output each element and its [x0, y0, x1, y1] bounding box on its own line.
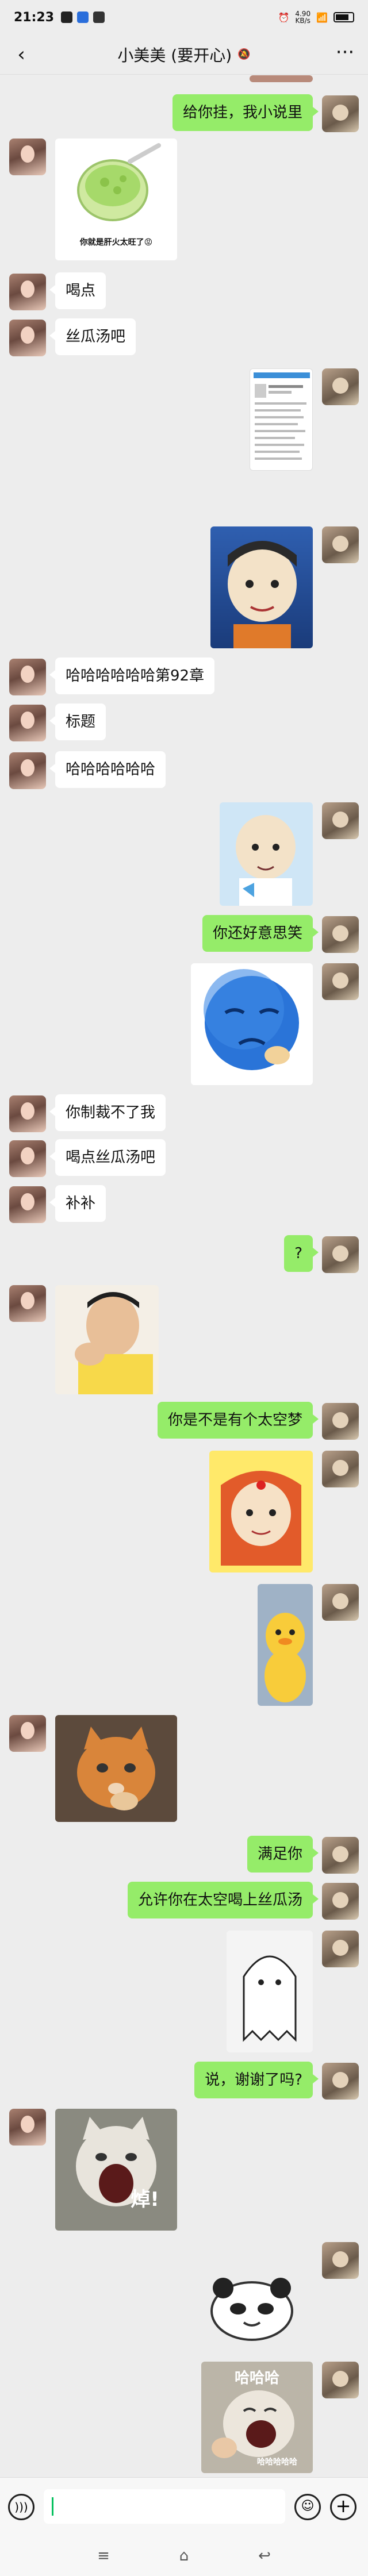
wifi-icon: 📶: [316, 11, 328, 23]
sticker-message[interactable]: 哈哈哈 哈哈哈哈哈: [201, 2362, 313, 2473]
avatar[interactable]: [9, 139, 46, 175]
sticker-message[interactable]: [191, 963, 313, 1085]
app-notification-icon: [93, 11, 105, 23]
avatar[interactable]: [9, 1285, 46, 1322]
blue-smiley-sticker: [204, 969, 299, 1070]
contact-name: 小美美 (要开心): [117, 45, 232, 65]
message-bubble[interactable]: 允许你在太空喝上丝瓜汤: [127, 1882, 319, 1918]
ghost-sticker: [243, 1955, 297, 2042]
avatar[interactable]: [322, 1883, 359, 1920]
voice-icon[interactable]: ))): [8, 2494, 34, 2520]
message-bubble[interactable]: ?: [284, 1235, 319, 1272]
chat-title: 小美美 (要开心) 🔕: [117, 43, 250, 66]
novel-chapter-screenshot: [254, 372, 310, 460]
avatar[interactable]: [322, 2242, 359, 2279]
avatar[interactable]: [9, 1095, 46, 1132]
sticker-message[interactable]: [55, 1285, 159, 1394]
sticker-message[interactable]: [210, 526, 313, 648]
avatar[interactable]: [322, 526, 359, 563]
alarm-icon: ⏰: [278, 11, 290, 23]
avatar[interactable]: [9, 274, 46, 310]
sticker-message[interactable]: [258, 1584, 313, 1706]
screaming-cat-sticker: [76, 2117, 156, 2206]
image-message[interactable]: [250, 368, 313, 471]
back-button[interactable]: ‹: [12, 43, 31, 66]
home-key-icon[interactable]: ⌂: [172, 2547, 195, 2565]
cartoon-red-kid-sticker: [221, 1471, 301, 1566]
sticker-caption: 焯!: [131, 2188, 159, 2211]
message-bubble[interactable]: 标题: [49, 703, 106, 740]
sticker-message[interactable]: [209, 1451, 313, 1572]
mute-icon: 🔕: [237, 48, 251, 60]
sticker-caption: 哈哈哈: [234, 2370, 279, 2387]
plus-icon[interactable]: +: [330, 2494, 356, 2520]
avatar[interactable]: [9, 705, 46, 741]
chat-header: ‹ 小美美 (要开心) 🔕 ···: [0, 34, 368, 75]
battery-icon: [334, 12, 354, 22]
avatar[interactable]: [9, 1186, 46, 1223]
text-cursor: [52, 2497, 53, 2516]
yellow-duck-sticker: [264, 1613, 306, 1702]
avatar[interactable]: [322, 916, 359, 953]
message-list[interactable]: 给你挂，我小说里 你就是肝火太旺了😡 喝点 丝瓜汤吧 哈哈哈哈哈哈第92章 标题…: [0, 75, 368, 2478]
back-key-icon[interactable]: ↩: [253, 2547, 276, 2565]
image-message-partial[interactable]: [250, 75, 313, 82]
cartoon-kid-blue-sticker: [236, 815, 296, 906]
orange-cat-sticker: [77, 1727, 155, 1810]
message-bubble[interactable]: 哈哈哈哈哈哈第92章: [49, 658, 215, 694]
message-bubble[interactable]: 喝点: [49, 272, 106, 309]
message-bubble[interactable]: 你还好意思笑: [202, 915, 319, 952]
avatar[interactable]: [9, 2109, 46, 2146]
message-bubble[interactable]: 给你挂，我小说里: [172, 94, 319, 131]
sticker-message[interactable]: 焯!: [55, 2109, 177, 2231]
more-button[interactable]: ···: [334, 43, 356, 66]
avatar[interactable]: [9, 1715, 46, 1752]
avatar[interactable]: [322, 963, 359, 1000]
sticker-message[interactable]: [227, 1931, 313, 2052]
avatar[interactable]: [9, 752, 46, 789]
system-navigation: ≡ ⌂ ↩: [0, 2535, 368, 2576]
status-time: 21:23: [14, 10, 55, 25]
network-speed: 4.90 KB/s: [295, 10, 311, 25]
sticker-message[interactable]: [55, 1715, 177, 1822]
avatar[interactable]: [322, 2063, 359, 2100]
message-bubble[interactable]: 补补: [49, 1185, 106, 1222]
app-notification-icon: [61, 11, 73, 23]
status-bar: 21:23 ⏰ 4.90 KB/s 📶: [0, 0, 368, 34]
avatar[interactable]: [322, 1403, 359, 1440]
avatar[interactable]: [322, 95, 359, 132]
message-bubble[interactable]: 你是不是有个太空梦: [157, 1402, 319, 1439]
man-photo-sticker: [75, 1292, 153, 1394]
avatar[interactable]: [322, 1584, 359, 1621]
chevron-left-icon: ‹: [17, 43, 25, 66]
sticker-message[interactable]: [191, 2242, 313, 2363]
sticker-caption-secondary: 哈哈哈哈哈: [257, 2458, 297, 2467]
avatar[interactable]: [9, 320, 46, 356]
avatar[interactable]: [322, 2362, 359, 2398]
panda-sticker: [210, 2278, 293, 2341]
sticker-caption: 你就是肝火太旺了😡: [79, 238, 153, 247]
avatar[interactable]: [322, 1236, 359, 1273]
avatar[interactable]: [322, 802, 359, 839]
message-input[interactable]: [44, 2489, 285, 2524]
sticker-message[interactable]: [220, 802, 313, 906]
message-bubble[interactable]: 丝瓜汤吧: [49, 318, 136, 355]
avatar[interactable]: [9, 659, 46, 695]
cartoon-boy-sticker: [228, 541, 297, 648]
app-notification-icon: [77, 11, 89, 23]
message-bubble[interactable]: 你制裁不了我: [49, 1094, 166, 1131]
input-bar: ))) ☺ +: [0, 2477, 368, 2535]
avatar[interactable]: [322, 1837, 359, 1874]
message-bubble[interactable]: 喝点丝瓜汤吧: [49, 1139, 166, 1176]
emoji-icon[interactable]: ☺: [294, 2494, 321, 2520]
message-bubble[interactable]: 满足你: [247, 1836, 319, 1873]
avatar[interactable]: [9, 1140, 46, 1177]
message-bubble[interactable]: 哈哈哈哈哈哈: [49, 751, 166, 788]
avatar[interactable]: [322, 368, 359, 405]
sticker-message[interactable]: 你就是肝火太旺了😡: [55, 139, 177, 260]
avatar[interactable]: [322, 1931, 359, 1967]
avatar[interactable]: [322, 1451, 359, 1487]
menu-key-icon[interactable]: ≡: [92, 2547, 115, 2565]
message-bubble[interactable]: 说，谢谢了吗?: [194, 2062, 319, 2098]
